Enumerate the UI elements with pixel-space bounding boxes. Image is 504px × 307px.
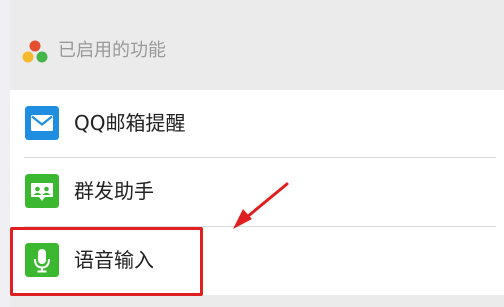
- list-item-group-send-assistant[interactable]: 群发助手: [10, 158, 504, 225]
- mail-envelope-icon: [25, 106, 59, 140]
- bottom-band: [10, 295, 504, 307]
- group-send-icon: [25, 174, 59, 208]
- list-item-qq-mail-reminder[interactable]: QQ邮箱提醒: [10, 90, 504, 157]
- section-title: 已启用的功能: [58, 40, 166, 61]
- list-item-label: QQ邮箱提醒: [74, 111, 186, 135]
- list-item-label: 群发助手: [74, 179, 154, 203]
- highlight-box: [10, 227, 203, 296]
- colored-dots-icon: [22, 40, 48, 63]
